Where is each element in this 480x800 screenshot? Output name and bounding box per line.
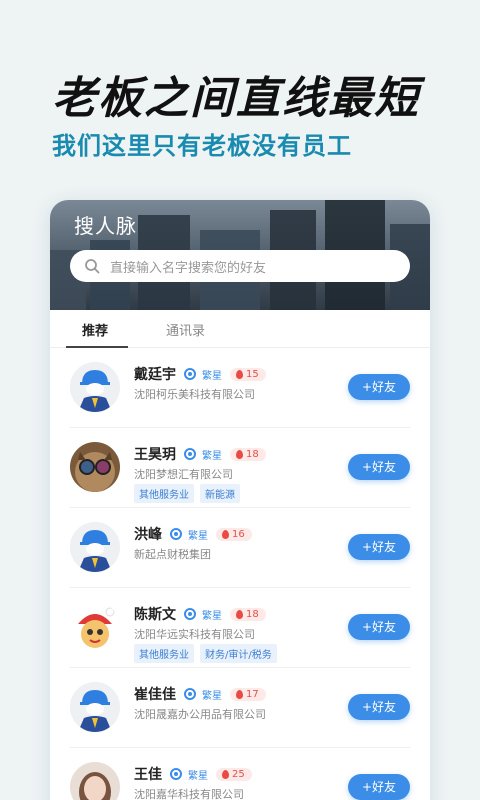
search-icon — [85, 259, 100, 274]
flame-icon — [222, 529, 229, 539]
popularity-badge: 16 — [216, 527, 252, 541]
popularity-score: 15 — [246, 368, 259, 380]
search-input[interactable]: 直接输入名字搜索您的好友 — [70, 250, 410, 282]
company-name: 沈阳梦想汇有限公司 — [134, 468, 233, 481]
list-item[interactable]: 崔佳佳 繁星 17 沈阳晟嘉办公用品有限公司 +好友 — [70, 668, 410, 748]
tab-contacts[interactable]: 通讯录 — [166, 310, 205, 339]
person-name: 崔佳佳 — [134, 687, 176, 703]
level-label: 繁星 — [202, 370, 222, 382]
popularity-badge: 18 — [230, 607, 266, 621]
list-item[interactable]: 戴廷宇 繁星 15 沈阳柯乐美科技有限公司 +好友 — [70, 348, 410, 428]
app-screen: 搜人脉 直接输入名字搜索您的好友 推荐 通讯录 戴廷宇 繁星 15 沈阳柯乐美科… — [50, 200, 430, 800]
popularity-score: 17 — [246, 688, 259, 700]
avatar[interactable] — [70, 602, 120, 652]
level-label: 繁星 — [188, 770, 208, 782]
level-label: 繁星 — [188, 530, 208, 542]
tab-bar: 推荐 通讯录 — [50, 310, 430, 348]
subheadline: 我们这里只有老板没有员工 — [52, 132, 352, 160]
list-item[interactable]: 王佳 繁星 25 沈阳嘉华科技有限公司 +好友 — [70, 748, 410, 800]
add-friend-button[interactable]: +好友 — [348, 614, 410, 640]
page-title: 搜人脉 — [74, 214, 137, 238]
hero-banner: 搜人脉 直接输入名字搜索您的好友 — [50, 200, 430, 310]
person-name: 王昊玥 — [134, 447, 176, 463]
verified-icon — [184, 688, 196, 700]
avatar[interactable] — [70, 522, 120, 572]
company-name: 沈阳华远实科技有限公司 — [134, 628, 255, 641]
popularity-badge: 15 — [230, 367, 266, 381]
popularity-score: 16 — [232, 528, 245, 540]
add-friend-button[interactable]: +好友 — [348, 694, 410, 720]
popularity-score: 18 — [246, 448, 259, 460]
industry-tag: 财务/审计/税务 — [200, 644, 277, 663]
add-friend-button[interactable]: +好友 — [348, 454, 410, 480]
industry-tags: 其他服务业 财务/审计/税务 — [134, 644, 277, 663]
company-name: 沈阳嘉华科技有限公司 — [134, 788, 244, 800]
popularity-badge: 18 — [230, 447, 266, 461]
popularity-score: 25 — [232, 768, 245, 780]
verified-icon — [184, 368, 196, 380]
avatar[interactable] — [70, 442, 120, 492]
verified-icon — [170, 528, 182, 540]
add-friend-button[interactable]: +好友 — [348, 374, 410, 400]
list-item[interactable]: 陈斯文 繁星 18 沈阳华远实科技有限公司 其他服务业 财务/审计/税务 +好友 — [70, 588, 410, 668]
person-name: 陈斯文 — [134, 607, 176, 623]
flame-icon — [222, 769, 229, 779]
flame-icon — [236, 449, 243, 459]
add-friend-button[interactable]: +好友 — [348, 774, 410, 800]
tab-recommend[interactable]: 推荐 — [82, 310, 108, 339]
industry-tag: 其他服务业 — [134, 644, 194, 663]
people-list: 戴廷宇 繁星 15 沈阳柯乐美科技有限公司 +好友 王昊玥 繁星 18 沈阳梦想… — [50, 348, 430, 800]
list-item[interactable]: 洪峰 繁星 16 新起点财税集团 +好友 — [70, 508, 410, 588]
list-item[interactable]: 王昊玥 繁星 18 沈阳梦想汇有限公司 其他服务业 新能源 +好友 — [70, 428, 410, 508]
level-label: 繁星 — [202, 450, 222, 462]
verified-icon — [184, 608, 196, 620]
avatar[interactable] — [70, 682, 120, 732]
verified-icon — [170, 768, 182, 780]
popularity-score: 18 — [246, 608, 259, 620]
popularity-badge: 17 — [230, 687, 266, 701]
person-name: 戴廷宇 — [134, 367, 176, 383]
person-name: 王佳 — [134, 767, 162, 783]
company-name: 新起点财税集团 — [134, 548, 211, 561]
company-name: 沈阳晟嘉办公用品有限公司 — [134, 708, 266, 721]
company-name: 沈阳柯乐美科技有限公司 — [134, 388, 255, 401]
industry-tag: 其他服务业 — [134, 484, 194, 503]
search-placeholder: 直接输入名字搜索您的好友 — [110, 260, 267, 276]
level-label: 繁星 — [202, 690, 222, 702]
industry-tags: 其他服务业 新能源 — [134, 484, 240, 503]
level-label: 繁星 — [202, 610, 222, 622]
flame-icon — [236, 689, 243, 699]
verified-icon — [184, 448, 196, 460]
avatar[interactable] — [70, 362, 120, 412]
person-name: 洪峰 — [134, 527, 162, 543]
avatar[interactable] — [70, 762, 120, 800]
popularity-badge: 25 — [216, 767, 252, 781]
add-friend-button[interactable]: +好友 — [348, 534, 410, 560]
industry-tag: 新能源 — [200, 484, 240, 503]
flame-icon — [236, 369, 243, 379]
flame-icon — [236, 609, 243, 619]
headline: 老板之间直线最短 — [52, 73, 420, 124]
